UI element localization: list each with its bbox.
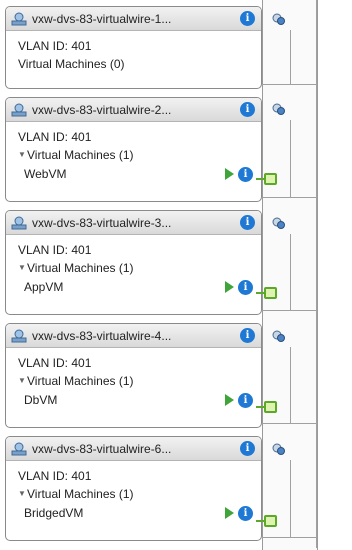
vlan-id: VLAN ID: 401 <box>18 469 92 483</box>
connector-line <box>262 310 316 311</box>
expand-triangle-icon[interactable]: ▼ <box>18 259 27 277</box>
vm-name: BridgedVM <box>24 506 84 520</box>
connector-line <box>262 537 316 538</box>
network-portgroup-icon <box>11 216 27 229</box>
port-group-card[interactable]: vxw-dvs-83-virtualwire-6... i VLAN ID: 4… <box>5 436 262 541</box>
info-icon[interactable]: i <box>238 392 253 408</box>
port-group-header[interactable]: vxw-dvs-83-virtualwire-2... i <box>6 98 261 122</box>
port-group-card[interactable]: vxw-dvs-83-virtualwire-3... i VLAN ID: 4… <box>5 210 262 315</box>
power-on-icon <box>225 394 234 406</box>
info-icon[interactable]: i <box>240 102 255 117</box>
virtual-machines-toggle[interactable]: ▼ Virtual Machines (1) <box>18 259 261 277</box>
uplink-port-icon[interactable] <box>272 12 286 26</box>
port-group-header[interactable]: vxw-dvs-83-virtualwire-1... i <box>6 7 261 31</box>
port-group-card[interactable]: vxw-dvs-83-virtualwire-2... i VLAN ID: 4… <box>5 97 262 202</box>
info-icon[interactable]: i <box>238 166 253 182</box>
connector-line <box>262 423 316 424</box>
virtual-machines-toggle[interactable]: ▼ Virtual Machines (1) <box>18 485 261 503</box>
vm-port-icon[interactable] <box>264 287 277 299</box>
info-icon[interactable]: i <box>240 215 255 230</box>
connector-line <box>262 84 316 85</box>
virtual-machines-toggle[interactable]: ▼ Virtual Machines (1) <box>18 146 261 164</box>
info-icon[interactable]: i <box>240 11 255 26</box>
info-icon[interactable]: i <box>240 441 255 456</box>
vlan-id: VLAN ID: 401 <box>18 356 92 370</box>
port-group-title: vxw-dvs-83-virtualwire-6... <box>32 441 172 456</box>
vm-port-link <box>256 178 264 180</box>
virtual-machines-count: Virtual Machines (0) <box>18 57 125 71</box>
vm-port-link <box>256 406 264 408</box>
uplink-port-icon[interactable] <box>272 442 286 456</box>
connector-line <box>290 30 291 84</box>
vm-list-item[interactable]: WebVM i <box>18 164 261 184</box>
connector-line <box>290 347 291 423</box>
virtual-machines-toggle[interactable]: ▼ Virtual Machines (1) <box>18 372 261 390</box>
vm-port-icon[interactable] <box>264 515 277 527</box>
port-group-card[interactable]: vxw-dvs-83-virtualwire-4... i VLAN ID: 4… <box>5 323 262 428</box>
connector-line <box>290 234 291 310</box>
port-group-header[interactable]: vxw-dvs-83-virtualwire-3... i <box>6 211 261 235</box>
vm-port-icon[interactable] <box>264 173 277 185</box>
virtual-machines-count: Virtual Machines (1) <box>27 261 134 275</box>
power-on-icon <box>225 281 234 293</box>
uplink-port-icon[interactable] <box>272 329 286 343</box>
uplink-port-icon[interactable] <box>272 102 286 116</box>
vlan-id: VLAN ID: 401 <box>18 39 92 53</box>
virtual-machines-label: Virtual Machines (0) <box>18 55 261 73</box>
expand-triangle-icon[interactable]: ▼ <box>18 485 27 503</box>
port-group-title: vxw-dvs-83-virtualwire-2... <box>32 102 172 117</box>
power-on-icon <box>225 168 234 180</box>
vm-port-icon[interactable] <box>264 401 277 413</box>
vm-name: DbVM <box>24 393 58 407</box>
vm-name: WebVM <box>24 167 67 181</box>
vm-list-item[interactable]: DbVM i <box>18 390 261 410</box>
virtual-machines-count: Virtual Machines (1) <box>27 487 134 501</box>
port-group-title: vxw-dvs-83-virtualwire-4... <box>32 328 172 343</box>
virtual-machines-count: Virtual Machines (1) <box>27 374 134 388</box>
power-on-icon <box>225 507 234 519</box>
port-group-title: vxw-dvs-83-virtualwire-3... <box>32 215 172 230</box>
connector-line <box>262 197 316 198</box>
info-icon[interactable]: i <box>240 328 255 343</box>
expand-triangle-icon[interactable]: ▼ <box>18 372 27 390</box>
connector-line <box>316 0 317 548</box>
network-portgroup-icon <box>11 12 27 25</box>
port-group-card[interactable]: vxw-dvs-83-virtualwire-1... i VLAN ID: 4… <box>5 6 262 89</box>
vlan-id: VLAN ID: 401 <box>18 130 92 144</box>
vm-port-link <box>256 520 264 522</box>
info-icon[interactable]: i <box>238 279 253 295</box>
vm-name: AppVM <box>24 280 64 294</box>
port-group-header[interactable]: vxw-dvs-83-virtualwire-6... i <box>6 437 261 461</box>
network-portgroup-icon <box>11 103 27 116</box>
network-portgroup-icon <box>11 442 27 455</box>
virtual-machines-count: Virtual Machines (1) <box>27 148 134 162</box>
vm-list-item[interactable]: BridgedVM i <box>18 503 261 523</box>
vlan-id: VLAN ID: 401 <box>18 243 92 257</box>
connector-line <box>290 120 291 197</box>
port-group-title: vxw-dvs-83-virtualwire-1... <box>32 11 172 26</box>
network-portgroup-icon <box>11 329 27 342</box>
info-icon[interactable]: i <box>238 505 253 521</box>
vm-port-link <box>256 292 264 294</box>
port-group-header[interactable]: vxw-dvs-83-virtualwire-4... i <box>6 324 261 348</box>
vm-list-item[interactable]: AppVM i <box>18 277 261 297</box>
uplink-port-icon[interactable] <box>272 216 286 230</box>
expand-triangle-icon[interactable]: ▼ <box>18 146 27 164</box>
connector-line <box>290 460 291 537</box>
